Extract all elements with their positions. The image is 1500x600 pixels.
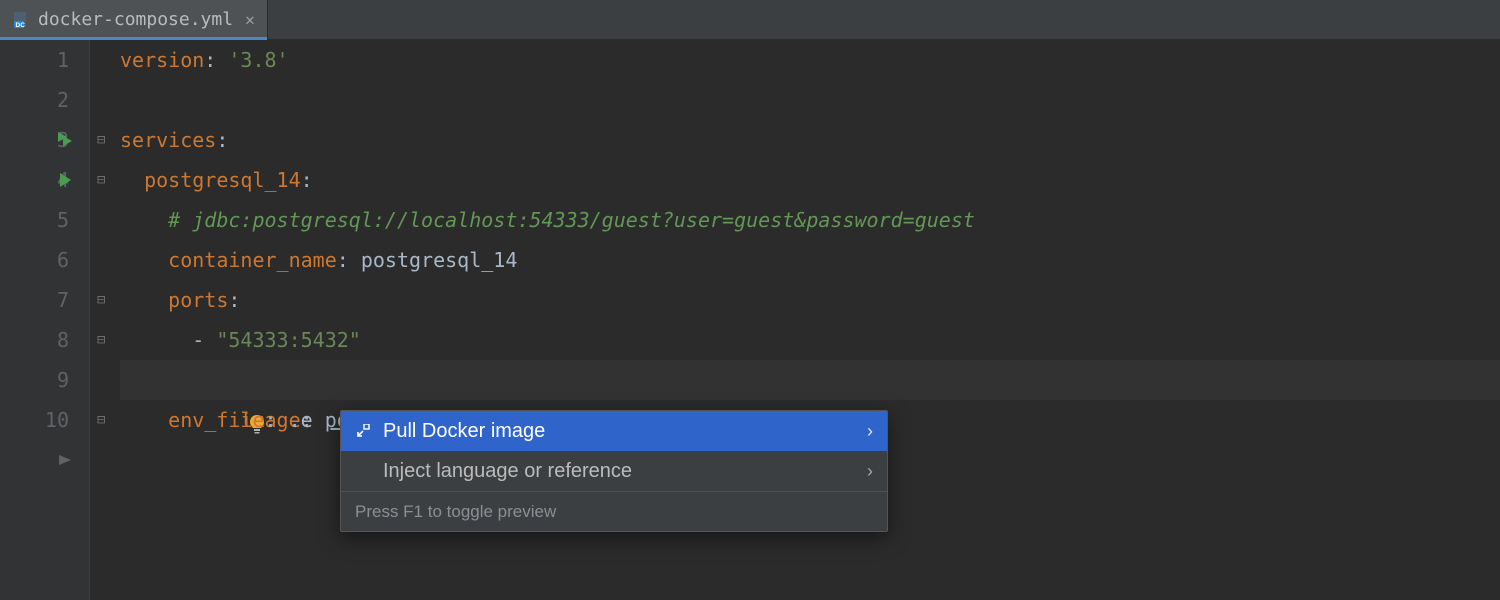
colon: : — [228, 288, 240, 312]
code-line[interactable]: version: '3.8' — [120, 40, 1500, 80]
line-number-gutter: 1 2 3 4 5 6 7 8 9 10 — [0, 40, 90, 600]
close-tab-icon[interactable]: ✕ — [241, 10, 255, 29]
code-line[interactable]: postgresql_14: — [120, 160, 1500, 200]
tab-filename: docker-compose.yml — [38, 9, 233, 30]
yaml-key: services — [120, 128, 216, 152]
yaml-string: "54333:5432" — [216, 328, 361, 352]
yaml-value: .e — [289, 408, 313, 432]
run-service-icon[interactable] — [50, 160, 80, 200]
colon: : — [337, 248, 361, 272]
code-line[interactable]: services: — [120, 120, 1500, 160]
yaml-key: postgresql_14 — [144, 168, 301, 192]
chevron-right-icon: › — [867, 461, 873, 482]
yaml-comment: # jdbc:postgresql://localhost:54333/gues… — [168, 208, 975, 232]
popup-item-label: Pull Docker image — [383, 420, 545, 443]
intention-actions-popup: Pull Docker image › Inject language or r… — [340, 410, 888, 532]
colon: : — [216, 128, 228, 152]
code-line-current[interactable]: image: postgres:14-alpine — [120, 360, 1500, 400]
colon: : — [265, 408, 289, 432]
code-line[interactable]: # jdbc:postgresql://localhost:54333/gues… — [120, 200, 1500, 240]
yaml-string: '3.8' — [228, 48, 288, 72]
file-tab-docker-compose[interactable]: DC docker-compose.yml ✕ — [0, 0, 268, 39]
popup-footer-text: Press F1 to toggle preview — [355, 502, 556, 522]
yaml-dash: - — [192, 328, 216, 352]
intention-bulb-icon[interactable] — [150, 368, 174, 392]
svg-text:DC: DC — [16, 22, 26, 29]
docker-compose-file-icon: DC — [12, 11, 30, 29]
yaml-key: container_name — [168, 248, 337, 272]
code-line[interactable]: - "54333:5432" — [120, 320, 1500, 360]
tab-bar: DC docker-compose.yml ✕ — [0, 0, 1500, 40]
continuation-arrow-icon — [50, 440, 80, 480]
popup-footer: Press F1 to toggle preview — [341, 491, 887, 531]
pull-image-icon — [355, 423, 371, 439]
run-all-services-icon[interactable] — [50, 120, 80, 160]
code-line[interactable]: ports: — [120, 280, 1500, 320]
yaml-key: ports — [168, 288, 228, 312]
yaml-value: postgresql_14 — [361, 248, 518, 272]
yaml-key: version — [120, 48, 204, 72]
colon: : — [204, 48, 228, 72]
code-line[interactable] — [120, 80, 1500, 120]
popup-item-label: Inject language or reference — [383, 460, 632, 483]
popup-item-pull-docker-image[interactable]: Pull Docker image › — [341, 411, 887, 451]
yaml-key: env_file — [168, 408, 264, 432]
popup-item-inject-language[interactable]: Inject language or reference › — [341, 451, 887, 491]
chevron-right-icon: › — [867, 421, 873, 442]
colon: : — [301, 168, 313, 192]
code-line[interactable]: container_name: postgresql_14 — [120, 240, 1500, 280]
